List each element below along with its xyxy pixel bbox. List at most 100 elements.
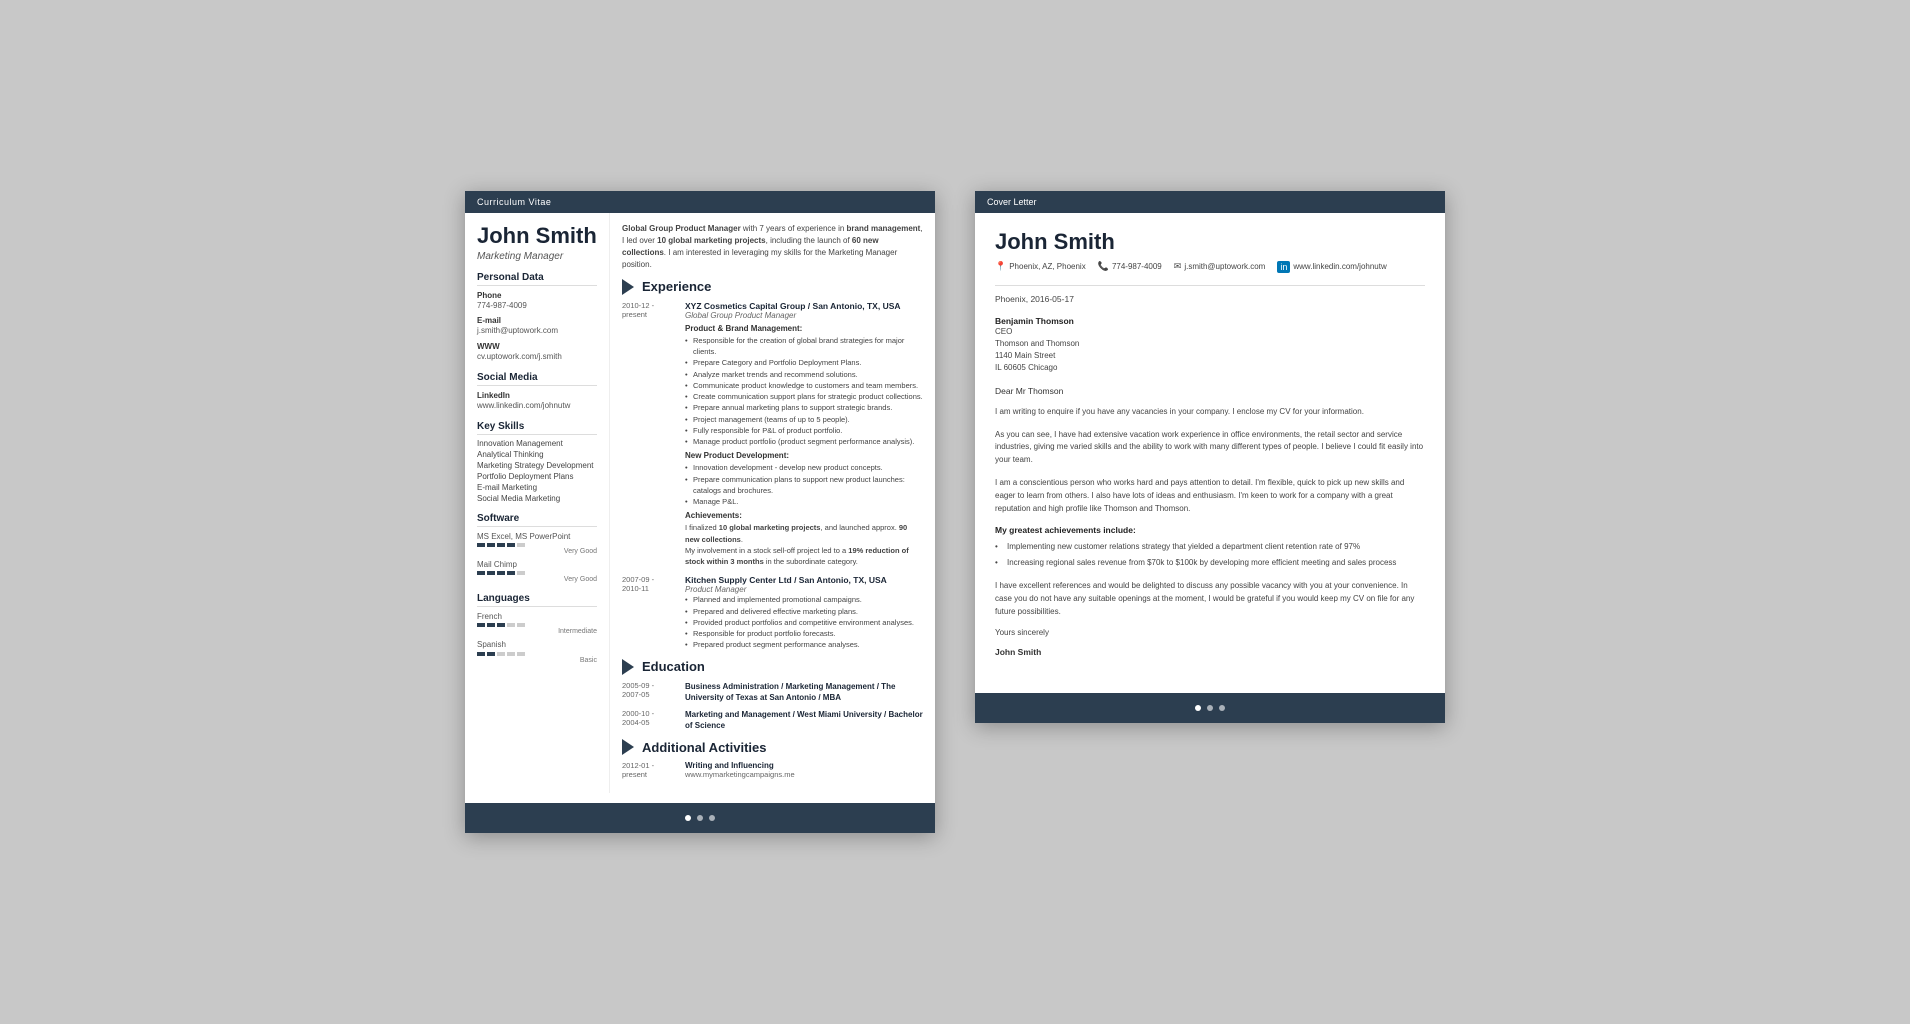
- french-rating: [477, 623, 597, 627]
- act-row-1: 2012-01 -present Writing and Influencing…: [622, 761, 923, 779]
- linkedin-icon: in: [1277, 261, 1290, 273]
- bullet-4: Communicate product knowledge to custome…: [685, 380, 923, 391]
- french-rating-label: Intermediate: [477, 628, 597, 635]
- cv-footer-dots: [685, 815, 715, 821]
- exp-subsection-brand: Product & Brand Management:: [685, 324, 923, 333]
- dot5: [517, 571, 525, 575]
- bullet-k5: Prepared product segment performance ana…: [685, 639, 923, 650]
- dot-1: [685, 815, 691, 821]
- cv-header-bar: Curriculum Vitae: [465, 191, 935, 213]
- recipient-address: 1140 Main Street: [995, 350, 1425, 362]
- lang-french: French Intermediate: [477, 611, 597, 635]
- bullet-npd-1: Innovation development - develop new pro…: [685, 462, 923, 473]
- dot-2: [1207, 705, 1213, 711]
- act-url-1: www.mymarketingcampaigns.me: [685, 770, 923, 779]
- exp-content-2: Kitchen Supply Center Ltd / San Antonio,…: [685, 575, 923, 650]
- edu-dates-2: 2000-10 -2004-05: [622, 709, 677, 731]
- cover-recipient: Benjamin Thomson CEO Thomson and Thomson…: [995, 316, 1425, 374]
- spanish-rating: [477, 652, 597, 656]
- cv-body: John Smith Marketing Manager Personal Da…: [465, 213, 935, 794]
- cv-sidebar: John Smith Marketing Manager Personal Da…: [465, 213, 610, 794]
- mailchimp-rating: [477, 571, 597, 575]
- bullet-8: Fully responsible for P&L of product por…: [685, 425, 923, 436]
- experience-section-header: Experience: [622, 279, 923, 295]
- location-text: Phoenix, AZ, Phoenix: [1009, 262, 1086, 271]
- dot4: [507, 623, 515, 627]
- cover-signature: John Smith: [995, 647, 1425, 657]
- dot3: [497, 543, 505, 547]
- bullet-k4: Responsible for product portfolio foreca…: [685, 628, 923, 639]
- dot3: [497, 623, 505, 627]
- bullet-3: Analyze market trends and recommend solu…: [685, 369, 923, 380]
- cover-achievement-2: Increasing regional sales revenue from $…: [995, 557, 1425, 570]
- lang-spanish: Spanish Basic: [477, 639, 597, 663]
- dot-1: [1195, 705, 1201, 711]
- exp-role-2: Product Manager: [685, 585, 923, 594]
- edu-entry-1: 2005-09 -2007-05 Business Administration…: [622, 681, 923, 703]
- edu-row-2: 2000-10 -2004-05 Marketing and Managemen…: [622, 709, 923, 731]
- dot4: [507, 571, 515, 575]
- exp-role-1: Global Group Product Manager: [685, 311, 923, 320]
- bullet-k1: Planned and implemented promotional camp…: [685, 594, 923, 605]
- exp-company-1: XYZ Cosmetics Capital Group / San Antoni…: [685, 301, 923, 311]
- cv-header-label: Curriculum Vitae: [477, 197, 551, 207]
- dot1: [477, 652, 485, 656]
- cv-job-title: Marketing Manager: [477, 251, 597, 262]
- phone-icon: 📞: [1098, 261, 1109, 272]
- activities-arrow: [622, 739, 634, 755]
- bullet-2: Prepare Category and Portfolio Deploymen…: [685, 357, 923, 368]
- www-label: WWW: [477, 342, 597, 351]
- cover-para-1: I am writing to enquire if you have any …: [995, 406, 1425, 419]
- dot-3: [709, 815, 715, 821]
- act-content-1: Writing and Influencing www.mymarketingc…: [685, 761, 923, 779]
- activity-entry-1: 2012-01 -present Writing and Influencing…: [622, 761, 923, 779]
- cover-divider: [995, 285, 1425, 286]
- skill-email: E-mail Marketing: [477, 483, 597, 492]
- cv-name: John Smith: [477, 223, 597, 249]
- bullet-7: Project management (teams of up to 5 peo…: [685, 414, 923, 425]
- key-skills-title: Key Skills: [477, 421, 597, 435]
- excel-rating: [477, 543, 597, 547]
- contact-phone: 📞 774-987-4009: [1098, 261, 1162, 272]
- dot1: [477, 571, 485, 575]
- email-label: E-mail: [477, 316, 597, 325]
- cover-achievement-1: Implementing new customer relations stra…: [995, 541, 1425, 554]
- edu-dates-1: 2005-09 -2007-05: [622, 681, 677, 703]
- cover-name: John Smith: [995, 229, 1425, 255]
- cv-footer: [465, 803, 935, 833]
- bullet-k2: Prepared and delivered effective marketi…: [685, 606, 923, 617]
- edu-row-1: 2005-09 -2007-05 Business Administration…: [622, 681, 923, 703]
- edu-entry-2: 2000-10 -2004-05 Marketing and Managemen…: [622, 709, 923, 731]
- cv-intro: Global Group Product Manager with 7 year…: [622, 223, 923, 271]
- bullet-5: Create communication support plans for s…: [685, 391, 923, 402]
- dot4: [507, 652, 515, 656]
- phone-label: Phone: [477, 291, 597, 300]
- dot5: [517, 543, 525, 547]
- cover-yours-sincerely: Yours sincerely: [995, 628, 1425, 637]
- bullet-1: Responsible for the creation of global b…: [685, 335, 923, 358]
- mailchimp-rating-label: Very Good: [477, 576, 597, 583]
- skill-analytical: Analytical Thinking: [477, 450, 597, 459]
- achievement-1: I finalized 10 global marketing projects…: [685, 522, 923, 545]
- recipient-city: IL 60605 Chicago: [995, 362, 1425, 374]
- contact-email: ✉ j.smith@uptowork.com: [1174, 261, 1266, 272]
- skill-marketing-strategy: Marketing Strategy Development: [477, 461, 597, 470]
- bullet-npd-2: Prepare communication plans to support n…: [685, 474, 923, 497]
- social-media-title: Social Media: [477, 372, 597, 386]
- exp-row-2: 2007-09 -2010-11 Kitchen Supply Center L…: [622, 575, 923, 650]
- edu-degree-2: Marketing and Management / West Miami Un…: [685, 709, 923, 731]
- personal-data-title: Personal Data: [477, 272, 597, 286]
- software-mailchimp: Mail Chimp Very Good: [477, 559, 597, 583]
- exp-company-2: Kitchen Supply Center Ltd / San Antonio,…: [685, 575, 923, 585]
- skill-portfolio: Portfolio Deployment Plans: [477, 472, 597, 481]
- bullet-k3: Provided product portfolios and competit…: [685, 617, 923, 628]
- contact-linkedin: in www.linkedin.com/johnutw: [1277, 261, 1386, 273]
- exp-content-1: XYZ Cosmetics Capital Group / San Antoni…: [685, 301, 923, 568]
- activities-title: Additional Activities: [642, 740, 766, 755]
- location-icon: 📍: [995, 261, 1006, 272]
- dot3: [497, 571, 505, 575]
- recipient-title: CEO: [995, 326, 1425, 338]
- bullet-npd-3: Manage P&L.: [685, 496, 923, 507]
- cover-document: Cover Letter John Smith 📍 Phoenix, AZ, P…: [975, 191, 1445, 724]
- linkedin-value: www.linkedin.com/johnutw: [477, 400, 597, 411]
